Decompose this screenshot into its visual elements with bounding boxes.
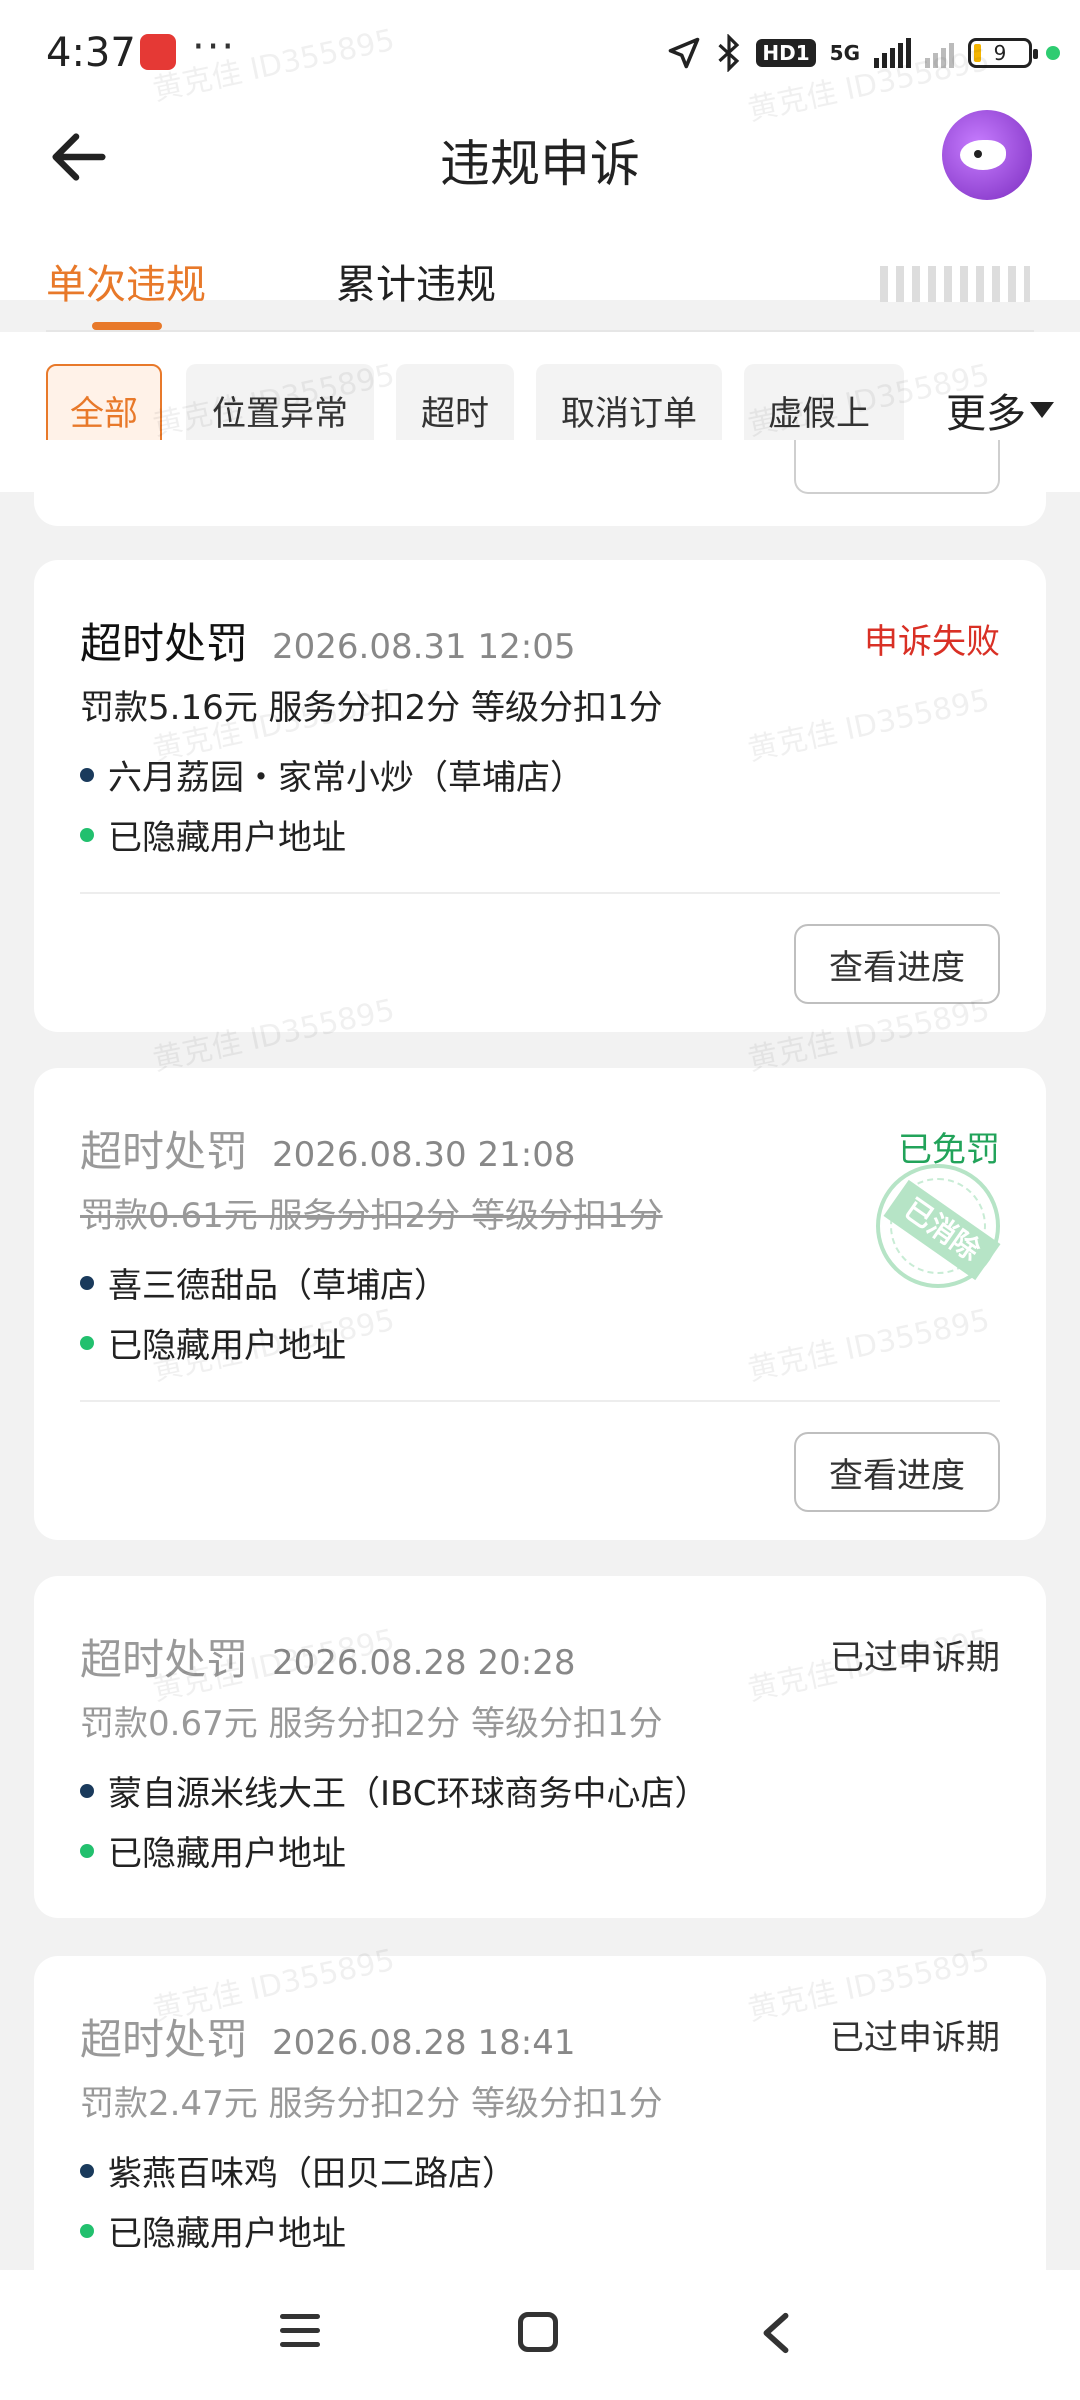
avatar-face-icon xyxy=(960,140,1006,170)
violation-type: 超时处罚 xyxy=(80,1127,249,1176)
address-line: 已隐藏用户地址 xyxy=(80,2206,346,2255)
shop-dot-icon xyxy=(80,1783,94,1798)
penalty-detail: 罚款0.67元 服务分扣2分 等级分扣1分 xyxy=(80,1704,663,1744)
privacy-indicator xyxy=(1046,46,1060,60)
violation-type: 超时处罚 xyxy=(80,2015,249,2064)
app-notification-icon xyxy=(140,34,176,70)
view-progress-button[interactable]: 查看进度 xyxy=(794,1432,1000,1512)
violation-type: 超时处罚 xyxy=(80,1635,249,1684)
violation-time: 2026.08.28 20:28 xyxy=(272,1643,576,1683)
cleared-stamp-icon: 已消除 xyxy=(876,1164,1001,1288)
shop-name: 喜三德甜品（草埔店） xyxy=(108,1266,448,1306)
blurred-info xyxy=(880,266,1030,302)
shop-name: 紫燕百味鸡（田贝二路店） xyxy=(108,2154,516,2194)
signal-secondary-icon xyxy=(925,38,954,68)
user-address: 已隐藏用户地址 xyxy=(108,1326,346,1366)
shop-line: 蒙自源米线大王（IBC环球商务中心店） xyxy=(80,1766,709,1815)
hd-voice-badge: HD1 xyxy=(756,39,816,67)
user-address: 已隐藏用户地址 xyxy=(108,2214,346,2254)
card-divider xyxy=(80,892,1000,894)
address-dot-icon xyxy=(80,1843,94,1858)
signal-strength-icon xyxy=(874,38,911,68)
address-dot-icon xyxy=(80,1335,94,1350)
shop-dot-icon xyxy=(80,2163,94,2178)
shop-line: 喜三德甜品（草埔店） xyxy=(80,1258,448,1307)
battery-level: 9 xyxy=(993,41,1007,65)
violation-time: 2026.08.31 12:05 xyxy=(272,627,576,667)
tab-cumulative-violation[interactable]: 累计违规 xyxy=(336,252,496,310)
active-tab-indicator xyxy=(92,322,162,330)
penalty-detail: 罚款0.61元 服务分扣2分 等级分扣1分 xyxy=(80,1196,663,1236)
battery-icon: 9 xyxy=(968,38,1038,68)
violation-time: 2026.08.30 21:08 xyxy=(272,1135,576,1175)
card-divider xyxy=(80,1400,1000,1402)
status-bar: 4:37 ··· HD1 5G 9 xyxy=(0,0,1080,100)
shop-line: 紫燕百味鸡（田贝二路店） xyxy=(80,2146,516,2195)
shop-name: 六月荔园・家常小炒（草埔店） xyxy=(108,758,584,798)
page-title: 违规申诉 xyxy=(440,135,640,193)
view-progress-button[interactable]: 查看进度 xyxy=(794,924,1000,1004)
address-dot-icon xyxy=(80,827,94,842)
user-address: 已隐藏用户地址 xyxy=(108,818,346,858)
appeal-status: 申诉失败 xyxy=(864,622,1000,662)
assistant-avatar[interactable] xyxy=(942,110,1032,200)
status-time: 4:37 xyxy=(46,30,136,76)
record-card: 超时处罚 2026.08.30 21:08 已免罚 罚款0.61元 服务分扣2分… xyxy=(34,1068,1046,1540)
record-card: 超时处罚 2026.08.31 12:05 申诉失败 罚款5.16元 服务分扣2… xyxy=(34,560,1046,1032)
shop-name: 蒙自源米线大王（IBC环球商务中心店） xyxy=(108,1774,709,1814)
record-card: 超时处罚 2026.08.28 20:28 已过申诉期 罚款0.67元 服务分扣… xyxy=(34,1576,1046,1918)
appeal-status: 已免罚 xyxy=(898,1130,1000,1170)
appeal-status: 已过申诉期 xyxy=(830,1638,1000,1678)
penalty-detail: 罚款2.47元 服务分扣2分 等级分扣1分 xyxy=(80,2084,663,2124)
address-line: 已隐藏用户地址 xyxy=(80,1826,346,1875)
network-type: 5G xyxy=(829,41,860,65)
dropdown-triangle-icon xyxy=(1030,402,1054,418)
location-icon xyxy=(669,37,700,69)
progress-button-partial[interactable] xyxy=(794,440,1000,494)
address-dot-icon xyxy=(80,2223,94,2238)
address-line: 已隐藏用户地址 xyxy=(80,1318,346,1367)
address-line: 已隐藏用户地址 xyxy=(80,810,346,859)
tab-single-violation[interactable]: 单次违规 xyxy=(46,252,206,310)
home-icon[interactable] xyxy=(518,2312,558,2352)
record-card: 超时处罚 2026.08.28 18:41 已过申诉期 罚款2.47元 服务分扣… xyxy=(34,1956,1046,2316)
recent-apps-icon[interactable] xyxy=(280,2314,320,2352)
more-filters-label: 更多 xyxy=(946,391,1026,437)
shop-dot-icon xyxy=(80,767,94,782)
bluetooth-icon xyxy=(718,34,740,72)
shop-line: 六月荔园・家常小炒（草埔店） xyxy=(80,750,584,799)
back-nav-icon[interactable] xyxy=(756,2310,796,2356)
violation-type: 超时处罚 xyxy=(80,619,249,668)
more-notifications-icon: ··· xyxy=(192,24,237,70)
violation-time: 2026.08.28 18:41 xyxy=(272,2023,576,2063)
record-card-partial xyxy=(34,440,1046,526)
shop-dot-icon xyxy=(80,1275,94,1290)
user-address: 已隐藏用户地址 xyxy=(108,1834,346,1874)
penalty-detail: 罚款5.16元 服务分扣2分 等级分扣1分 xyxy=(80,688,663,728)
appeal-status: 已过申诉期 xyxy=(830,2018,1000,2058)
system-nav-bar xyxy=(0,2270,1080,2400)
